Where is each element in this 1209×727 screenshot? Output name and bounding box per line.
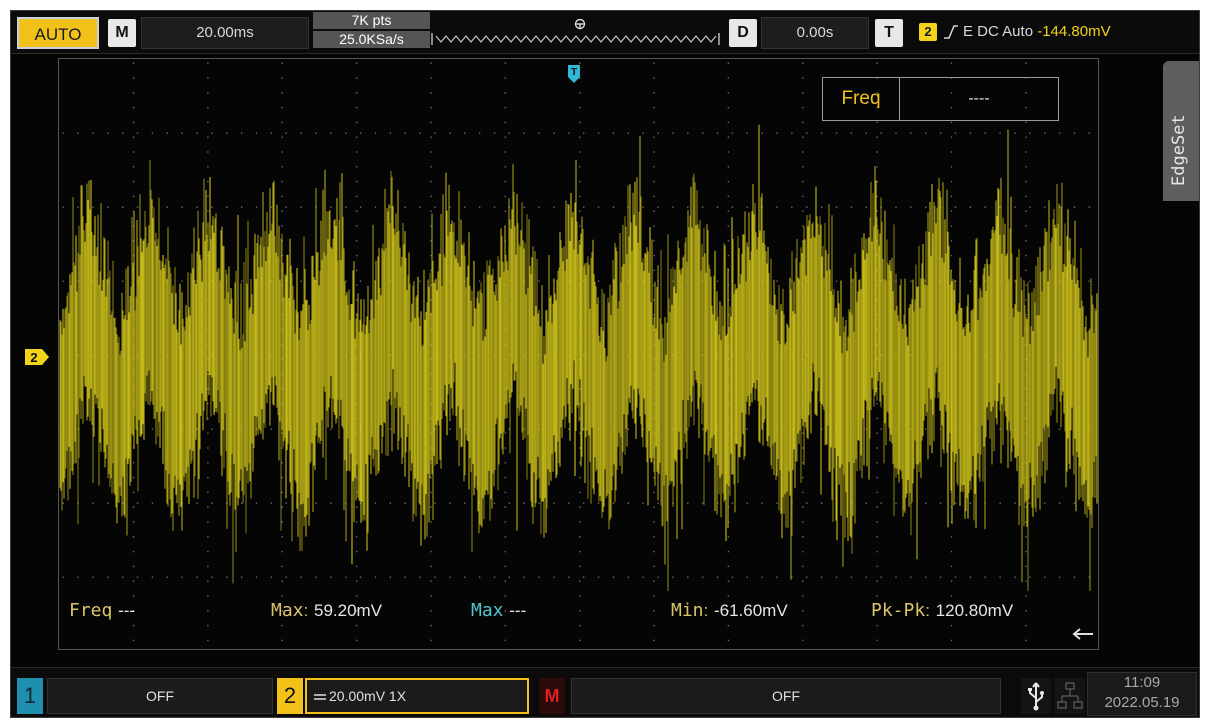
meas-max: Max: 59.20mV <box>271 600 383 621</box>
channel-2-offset-marker[interactable]: 2 <box>24 348 50 366</box>
channel-2-key[interactable]: 2 <box>277 678 303 714</box>
trigger-settings[interactable]: 2 E DC Auto -144.80mV <box>919 17 1199 47</box>
clock-time: 11:09 <box>1123 674 1161 691</box>
meas-max-value: 59.20mV <box>313 601 383 620</box>
meas-max-label: Max <box>271 600 304 621</box>
trigger-level: -144.80mV <box>1037 23 1111 40</box>
timebase-field[interactable]: 20.00ms <box>141 17 309 49</box>
meas-pkpk: Pk-Pk: 120.80mV <box>871 600 1014 621</box>
meas-max2-label: Max <box>471 600 504 621</box>
freq-box-value: ---- <box>968 90 990 107</box>
meas-pkpk-label: Pk-Pk <box>871 600 926 621</box>
rising-edge-icon <box>944 25 958 39</box>
clock-date: 2022.05.19 <box>1104 694 1180 711</box>
trigger-mode: E DC Auto <box>963 23 1034 40</box>
math-key[interactable]: M <box>539 678 565 714</box>
meas-pkpk-value: 120.80mV <box>935 601 1014 620</box>
timebase-value: 20.00ms <box>196 24 254 41</box>
lan-icon <box>1055 678 1085 714</box>
meas-min-value: -61.60mV <box>713 601 788 620</box>
channel-2-noise <box>59 124 1098 591</box>
meas-min-label: Min <box>671 600 704 621</box>
dc-coupling-icon <box>314 694 326 700</box>
channel-2-setting: 20.00mV 1X <box>329 688 407 704</box>
top-status-bar: AUTO M 20.00ms 7K pts 25.0KSa/s D 0.00s … <box>11 11 1199 54</box>
meas-freq-label: Freq <box>69 600 113 621</box>
sample-rate: 25.0KSa/s <box>313 31 430 48</box>
m-key-icon[interactable]: M <box>108 19 136 47</box>
trigger-marker-label: T <box>571 67 577 78</box>
d-key-icon[interactable]: D <box>729 19 757 47</box>
memory-depth: 7K pts <box>313 12 430 29</box>
trigger-position-marker[interactable]: T <box>567 64 581 84</box>
memory-position-bar[interactable] <box>430 19 722 49</box>
meas-max-ch1: Max --- <box>471 600 526 622</box>
freq-box-label: Freq <box>823 78 900 120</box>
delay-value: 0.00s <box>796 24 834 41</box>
channel-1-state: OFF <box>146 688 174 704</box>
auto-mode-button[interactable]: AUTO <box>17 17 99 49</box>
edgeset-side-tab[interactable]: EdgeSet <box>1163 61 1199 201</box>
t-key-icon[interactable]: T <box>875 19 903 47</box>
channel-2-status[interactable]: 20.00mV 1X <box>305 678 529 714</box>
waveform-canvas <box>59 62 1098 642</box>
channel-marker-label: 2 <box>30 350 37 365</box>
channel-1-status[interactable]: OFF <box>47 678 273 714</box>
freq-readout-box: Freq ---- <box>822 77 1059 121</box>
meas-min: Min: -61.60mV <box>671 600 788 621</box>
meas-freq-value: --- <box>118 601 136 620</box>
channel-1-key[interactable]: 1 <box>17 678 43 714</box>
clock: 11:09 2022.05.19 <box>1087 672 1197 716</box>
math-status[interactable]: OFF <box>571 678 1001 714</box>
left-arrow-icon[interactable] <box>1071 626 1095 642</box>
waveform-grid[interactable] <box>58 58 1099 650</box>
math-state: OFF <box>772 688 800 704</box>
trigger-position-icon <box>574 19 586 30</box>
meas-max2-value: --- <box>509 601 527 620</box>
meas-freq: Freq --- <box>69 600 135 622</box>
delay-field[interactable]: 0.00s <box>761 17 869 49</box>
oscilloscope-screen: AUTO M 20.00ms 7K pts 25.0KSa/s D 0.00s … <box>10 10 1200 718</box>
trigger-channel-badge: 2 <box>919 23 937 42</box>
usb-icon <box>1021 678 1051 714</box>
bottom-channel-bar: 1 OFF 2 20.00mV 1X M OFF 11:09 2022.05.1… <box>11 667 1199 717</box>
edgeset-label: EdgeSet <box>1169 114 1189 186</box>
